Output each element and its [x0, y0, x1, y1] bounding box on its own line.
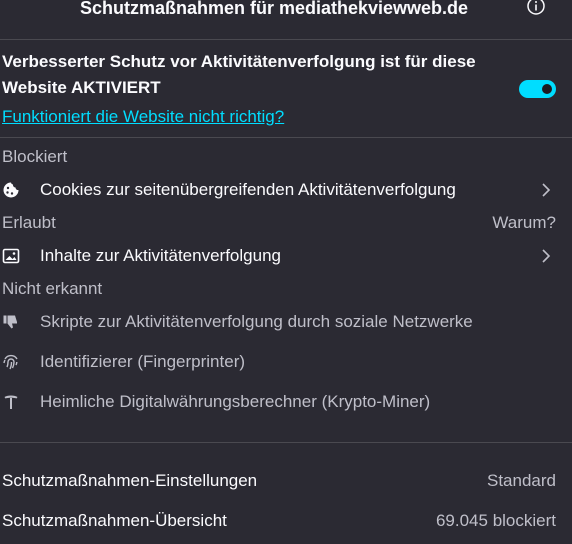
allowed-item-label: Inhalte zur Aktivitätenverfolgung: [40, 246, 281, 265]
status-divider: [0, 137, 572, 138]
not-detected-item-label: Identifizierer (Fingerprinter): [40, 352, 246, 371]
panel-header: Schutzmaßnahmen für mediathekviewweb.de: [0, 0, 572, 28]
protection-settings-label: Schutzmaßnahmen-Einstellungen: [2, 471, 258, 490]
blocked-heading: Blockiert: [2, 147, 68, 166]
not-detected-heading: Nicht erkannt: [2, 279, 103, 298]
fingerprint-icon: [2, 353, 20, 371]
not-detected-item-social: Skripte zur Aktivitätenverfolgung durch …: [0, 306, 572, 338]
protection-status-text: Verbesserter Schutz vor Aktivitätenverfo…: [2, 52, 476, 97]
info-icon[interactable]: [526, 0, 546, 16]
toggle-knob: [542, 84, 552, 94]
protection-toggle[interactable]: [519, 80, 556, 98]
chevron-right-icon: [542, 249, 551, 263]
protection-dashboard-row[interactable]: Schutzmaßnahmen-Übersicht 69.045 blockie…: [0, 505, 572, 537]
footer-divider: [0, 442, 572, 443]
not-detected-item-fingerprinter: Identifizierer (Fingerprinter): [0, 346, 572, 378]
blocked-count: 69.045 blockiert: [435, 511, 556, 530]
image-icon: [2, 247, 20, 265]
allowed-item-tracking-content[interactable]: Inhalte zur Aktivitätenverfolgung: [0, 240, 572, 272]
pickaxe-icon: [2, 393, 20, 411]
panel-title: Schutzmaßnahmen für mediathekviewweb.de: [79, 0, 469, 18]
protection-settings-value: Standard: [487, 471, 556, 490]
blocked-item-cookies[interactable]: Cookies zur seitenübergreifenden Aktivit…: [0, 174, 572, 206]
protection-settings-row[interactable]: Schutzmaßnahmen-Einstellungen Standard: [0, 465, 572, 497]
why-link[interactable]: Warum?: [492, 213, 556, 233]
blocked-item-label: Cookies zur seitenübergreifenden Aktivit…: [40, 180, 456, 199]
site-not-working-link[interactable]: Funktioniert die Website nicht richtig?: [2, 107, 284, 127]
not-detected-item-cryptominer: Heimliche Digitalwährungsberechner (Kryp…: [0, 386, 572, 418]
not-detected-item-label: Skripte zur Aktivitätenverfolgung durch …: [40, 312, 473, 331]
not-detected-item-label: Heimliche Digitalwährungsberechner (Kryp…: [40, 392, 431, 411]
protections-panel: Schutzmaßnahmen für mediathekviewweb.de …: [0, 0, 572, 544]
cookie-icon: [2, 181, 20, 199]
protection-dashboard-label: Schutzmaßnahmen-Übersicht: [2, 511, 227, 530]
chevron-right-icon: [542, 183, 551, 197]
thumbs-down-icon: [2, 313, 20, 331]
allowed-heading: Erlaubt: [2, 213, 56, 232]
header-divider: [0, 39, 572, 40]
